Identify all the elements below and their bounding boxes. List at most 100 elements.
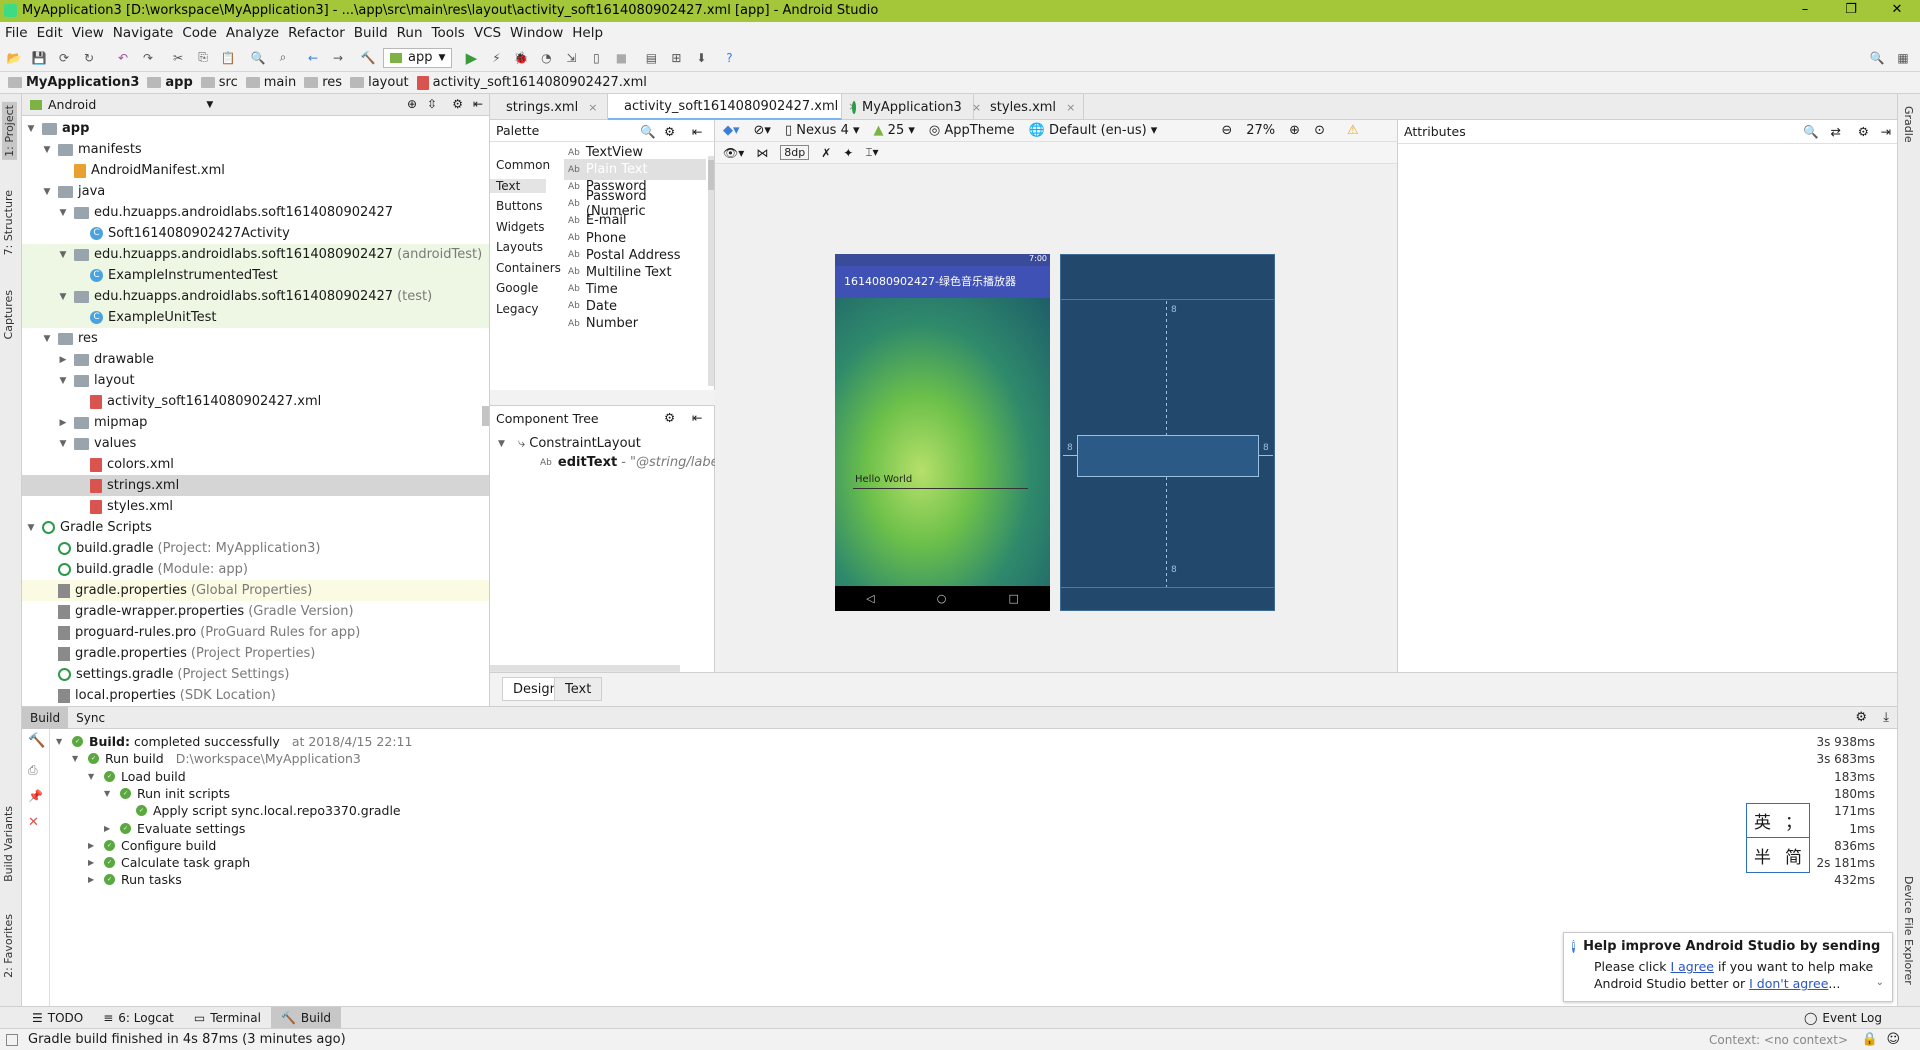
chevron-down-icon[interactable]: ▼: [40, 334, 54, 344]
breadcrumb-file[interactable]: activity_soft1614080902427.xml: [416, 75, 647, 90]
palette-category[interactable]: Text: [490, 178, 546, 193]
collapse-all-icon[interactable]: ⇳: [427, 97, 437, 111]
ime-punctuation[interactable]: ；: [1785, 808, 1802, 833]
tree-item[interactable]: ▼ app: [22, 118, 489, 139]
tool-tab-structure[interactable]: 7: Structure: [2, 190, 15, 255]
tree-item[interactable]: colors.xml: [22, 454, 489, 475]
chevron-down-icon[interactable]: ▼: [24, 124, 38, 134]
search-icon[interactable]: 🔍: [640, 124, 656, 140]
menu-refactor[interactable]: Refactor: [288, 25, 345, 41]
layout-icon[interactable]: ▦: [1892, 47, 1914, 69]
tab-build[interactable]: Build: [22, 706, 69, 729]
chevron-right-icon[interactable]: ▶: [88, 841, 100, 850]
phone-preview[interactable]: 7:00 1614080902427-绿色音乐播放器 Hello World ◁…: [835, 254, 1050, 611]
gear-icon[interactable]: ⚙: [664, 124, 675, 139]
orientation-icon[interactable]: ⊘▾: [754, 123, 771, 138]
chevron-down-icon[interactable]: ▼: [72, 754, 84, 763]
chevron-down-icon[interactable]: ▼: [56, 737, 68, 746]
zoom-fit-icon[interactable]: ⊙: [1314, 123, 1325, 138]
tree-item[interactable]: ▼ res: [22, 328, 489, 349]
menu-view[interactable]: View: [72, 25, 104, 41]
palette-category[interactable]: Containers: [496, 261, 561, 275]
menu-window[interactable]: Window: [510, 25, 563, 41]
build-tree-row[interactable]: ▼ ✓ Build: completed successfully at 2018/4/…: [56, 733, 412, 750]
tree-item[interactable]: ▼ layout: [22, 370, 489, 391]
toggle-view-icon[interactable]: ⇄: [1831, 124, 1841, 139]
editor-tab[interactable]: activity_soft1614080902427.xml ×: [608, 94, 857, 120]
zoom-out-icon[interactable]: ⊖: [1221, 123, 1232, 138]
chevron-down-icon[interactable]: ▼: [56, 292, 70, 302]
chevron-down-icon[interactable]: ▼: [24, 523, 38, 533]
maximize-icon[interactable]: ❐: [1828, 0, 1874, 22]
hide-panel-icon[interactable]: ⇤: [692, 410, 702, 425]
breadcrumb-main[interactable]: main: [245, 75, 296, 90]
apply-changes-icon[interactable]: ⚡: [485, 47, 507, 69]
warning-icon[interactable]: ⚠: [1347, 123, 1359, 138]
tree-item[interactable]: C ExampleInstrumentedTest: [22, 265, 489, 286]
tree-item[interactable]: build.gradle (Module: app): [22, 559, 489, 580]
palette-category[interactable]: Widgets: [496, 220, 545, 234]
chevron-down-icon[interactable]: ▼: [56, 208, 70, 218]
build-tree-row[interactable]: ▶ ✓ Run tasks: [88, 871, 182, 888]
tree-item[interactable]: gradle.properties (Project Properties): [22, 643, 489, 664]
palette-category[interactable]: Buttons: [496, 199, 542, 213]
tree-item[interactable]: ▼ Gradle Scripts: [22, 517, 489, 538]
palette-category[interactable]: Legacy: [496, 302, 539, 316]
editor-tab[interactable]: styles.xml ×: [974, 94, 1084, 120]
palette-category[interactable]: Google: [496, 281, 538, 295]
refresh-icon[interactable]: ↻: [78, 47, 100, 69]
replace-icon[interactable]: ⌕: [272, 47, 294, 69]
search-everywhere-icon[interactable]: 🔍: [1866, 47, 1888, 69]
tree-item[interactable]: C ExampleUnitTest: [22, 307, 489, 328]
build-tree-row[interactable]: ▶ ✓ Calculate task graph: [88, 854, 250, 871]
device-select[interactable]: ▯ Nexus 4 ▾: [785, 123, 860, 138]
palette-category[interactable]: Layouts: [496, 240, 543, 254]
tree-item[interactable]: AndroidManifest.xml: [22, 160, 489, 181]
project-view-select[interactable]: Android: [48, 97, 96, 112]
zoom-in-icon[interactable]: ⊕: [1289, 123, 1300, 138]
tree-node-constraintlayout[interactable]: ▼ ⤷ ConstraintLayout: [498, 436, 641, 451]
build-tree-row[interactable]: ▶ ✓ Configure build: [88, 837, 216, 854]
undo-icon[interactable]: ↶: [112, 47, 134, 69]
run-icon[interactable]: ▶: [460, 47, 482, 69]
close-icon[interactable]: ×: [588, 101, 597, 114]
tab-todo[interactable]: ☰ TODO: [22, 1007, 93, 1029]
hammer-icon[interactable]: 🔨: [28, 733, 45, 749]
locale-select[interactable]: 🌐 Default (en-us) ▾: [1029, 123, 1158, 138]
menu-help[interactable]: Help: [572, 25, 603, 41]
chevron-down-icon[interactable]: ▼: [40, 187, 54, 197]
chevron-right-icon[interactable]: ▶: [88, 858, 100, 867]
close-icon[interactable]: ✕: [1874, 0, 1920, 22]
menu-navigate[interactable]: Navigate: [113, 25, 174, 41]
tool-tab-device-file-explorer[interactable]: Device File Explorer: [1902, 876, 1915, 985]
ime-width[interactable]: 半: [1754, 843, 1771, 868]
hide-panel-icon[interactable]: ⇥: [1881, 124, 1891, 139]
tool-tab-gradle[interactable]: Gradle: [1902, 106, 1915, 143]
tab-logcat[interactable]: ≡ 6: Logcat: [93, 1007, 184, 1029]
build-tree-row[interactable]: ▼ ✓ Run build D:\workspace\MyApplication3: [72, 750, 361, 767]
palette-item[interactable]: Ab Number: [568, 313, 698, 334]
attach-debugger-icon[interactable]: ⇲: [560, 47, 582, 69]
design-mode-icon[interactable]: ◆▾: [723, 123, 740, 138]
edittext-preview[interactable]: Hello World: [855, 474, 912, 485]
tab-sync[interactable]: Sync: [68, 707, 113, 729]
breadcrumb-res[interactable]: res: [304, 75, 342, 90]
default-margin-select[interactable]: 8dp: [780, 145, 810, 160]
breadcrumb-app[interactable]: app: [147, 75, 193, 90]
tree-item[interactable]: ▼ java: [22, 181, 489, 202]
find-icon[interactable]: 🔍: [247, 47, 269, 69]
tree-item[interactable]: ▼ edu.hzuapps.androidlabs.soft16140809024…: [22, 286, 489, 307]
align-icon[interactable]: ⌶▾: [865, 145, 878, 160]
breadcrumb-project[interactable]: MyApplication3: [8, 75, 139, 90]
tree-item[interactable]: proguard-rules.pro (ProGuard Rules for ap…: [22, 622, 489, 643]
chevron-right-icon[interactable]: ▶: [56, 355, 70, 365]
tree-item[interactable]: ▶ drawable: [22, 349, 489, 370]
menu-run[interactable]: Run: [397, 25, 423, 41]
project-scrollbar[interactable]: [482, 406, 489, 426]
tool-tab-project[interactable]: 1: Project: [2, 102, 17, 160]
stop-icon[interactable]: ■: [610, 47, 632, 69]
project-structure-icon[interactable]: ⊞: [665, 47, 687, 69]
disagree-link[interactable]: I don't agree: [1749, 976, 1828, 991]
chevron-down-icon[interactable]: ▼: [56, 376, 70, 386]
api-level-select[interactable]: ▲ 25 ▾: [874, 123, 915, 138]
